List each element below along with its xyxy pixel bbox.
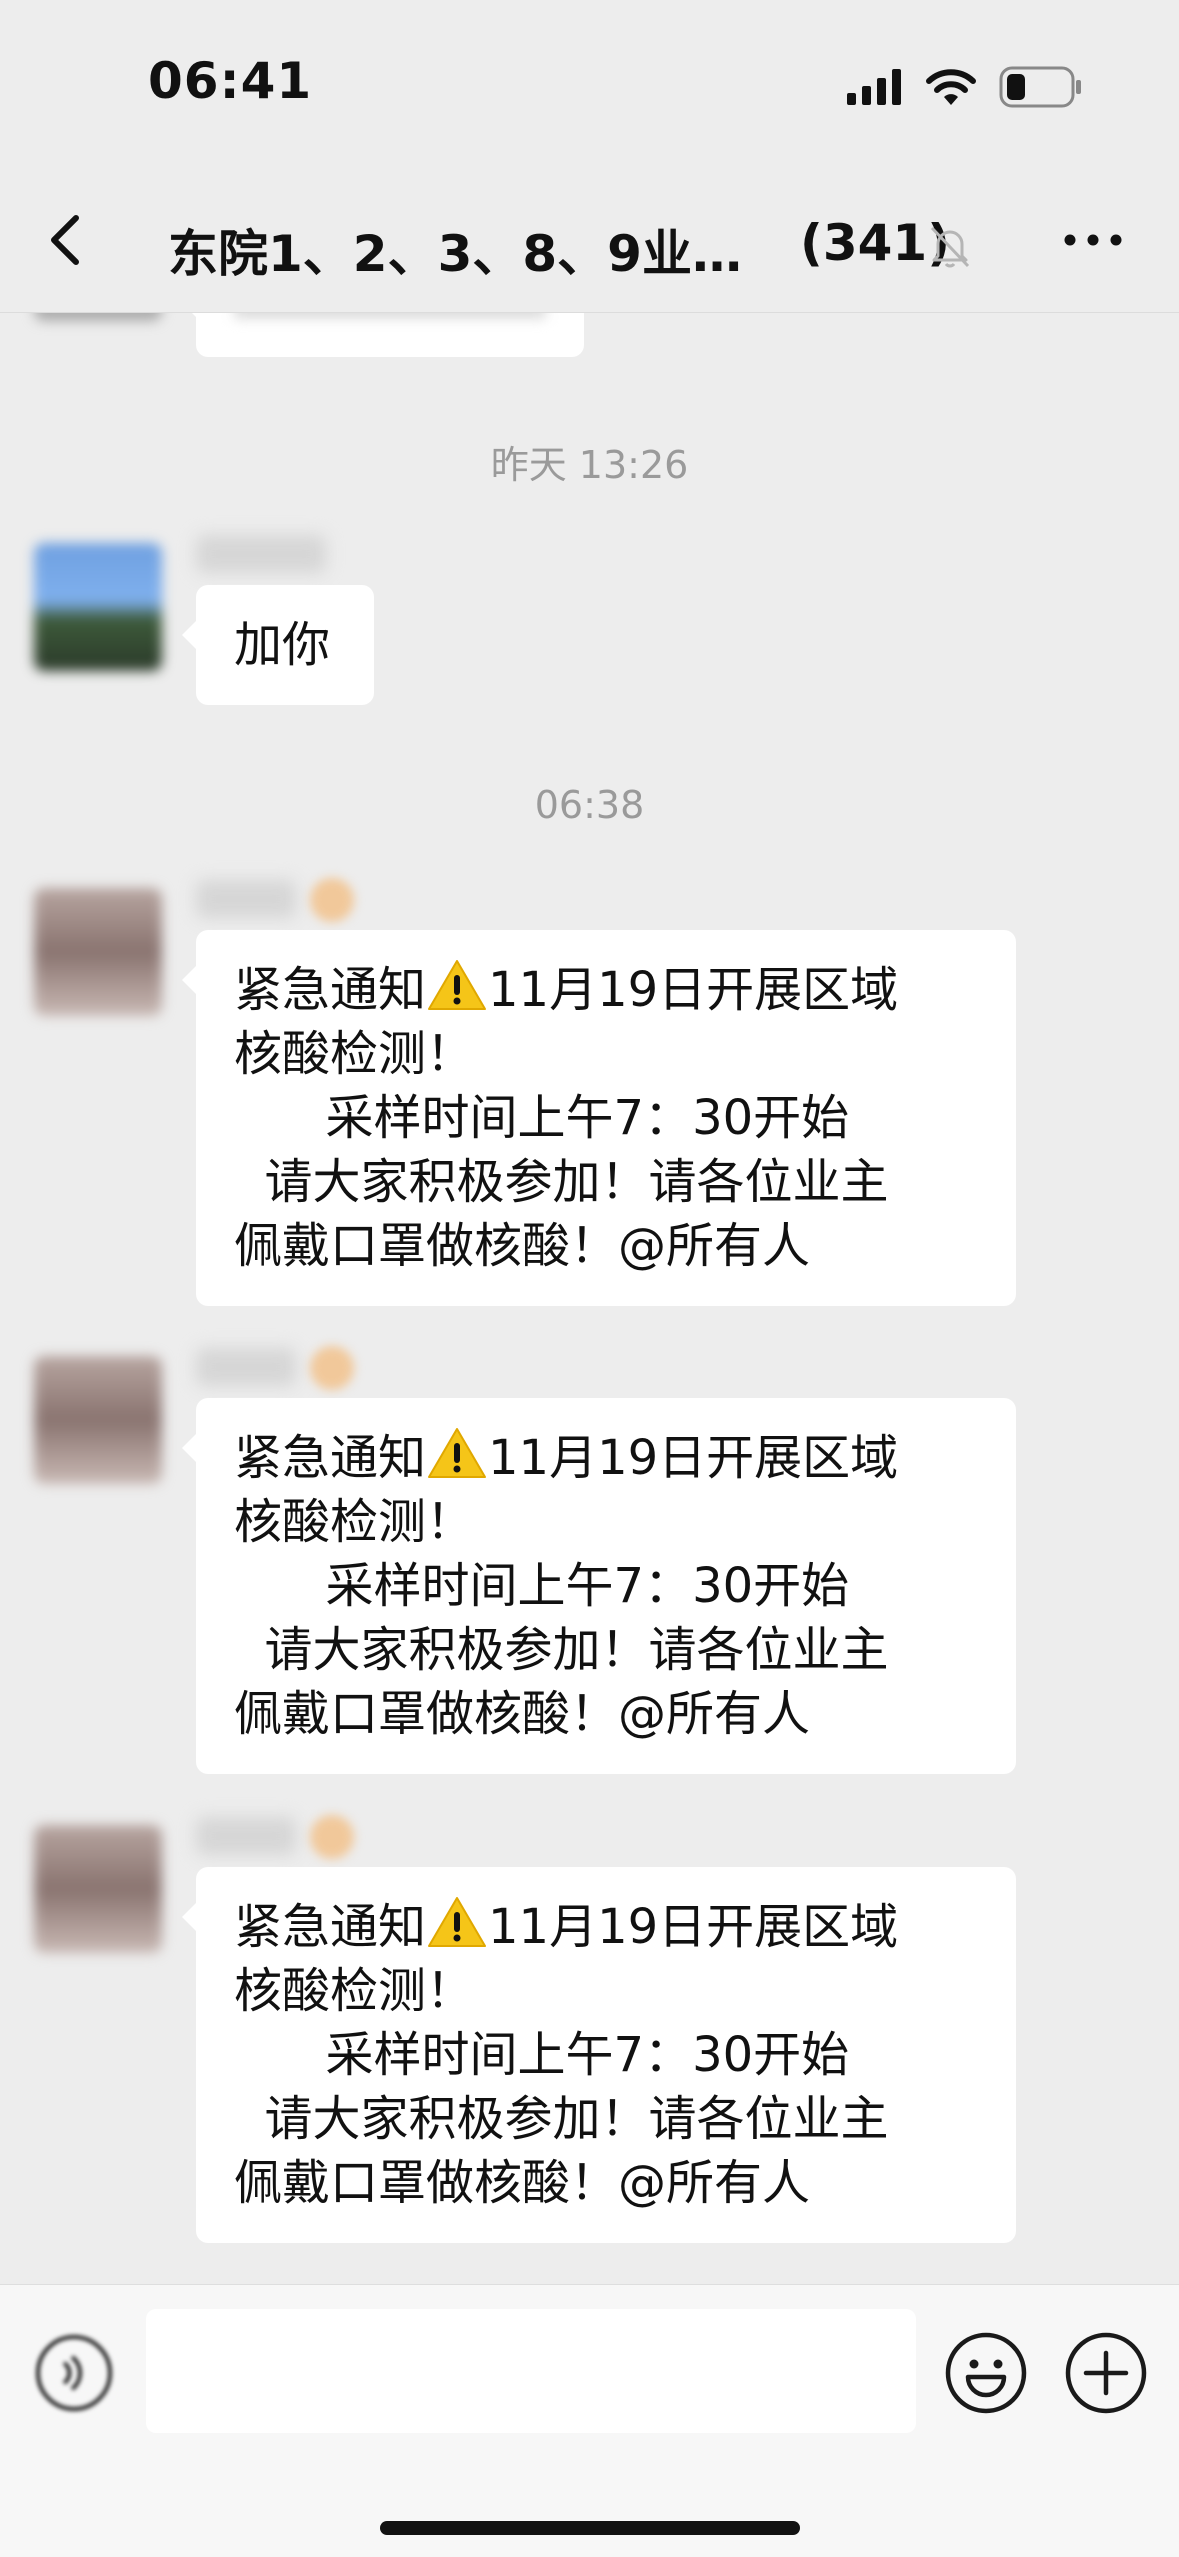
battery-icon (999, 66, 1081, 108)
sender-name (196, 1348, 296, 1386)
message-text: 紧急通知 (234, 1430, 427, 1486)
message-text: 佩戴口罩做核酸！@所有人 (234, 2155, 811, 2211)
chat-area[interactable]: 昨天 13:26 加你 06:38 紧急通知 11月19日开展区域 核酸检测！ 采… (0, 313, 1179, 2284)
message-text: 核酸检测！ (234, 1963, 475, 2019)
timestamp: 06:38 (534, 783, 645, 827)
avatar[interactable] (34, 313, 162, 321)
voice-icon[interactable] (34, 2333, 114, 2413)
timestamp: 昨天 13:26 (490, 443, 689, 487)
message-text: 核酸检测！ (234, 1026, 475, 1082)
message-text: 11月19日开展区域 (488, 962, 899, 1018)
sender-badge (310, 1815, 354, 1859)
avatar[interactable] (34, 543, 162, 671)
sender-badge (310, 878, 354, 922)
message-text: 核酸检测！ (234, 1494, 475, 1550)
message-text: 11月19日开展区域 (488, 1430, 899, 1486)
message-text: 采样时间上午7：30开始 (234, 2027, 850, 2083)
home-indicator[interactable] (380, 2521, 800, 2535)
avatar[interactable] (34, 1356, 162, 1484)
message-text: 加你 (234, 617, 331, 673)
chevron-left-icon[interactable] (38, 210, 98, 270)
message-text: 采样时间上午7：30开始 (234, 1558, 850, 1614)
message-text: 佩戴口罩做核酸！@所有人 (234, 1686, 811, 1742)
more-dots-icon[interactable] (1062, 210, 1124, 270)
status-icons (847, 62, 1083, 112)
message-text: 紧急通知 (234, 962, 427, 1018)
avatar[interactable] (34, 1825, 162, 1953)
message-bubble-partial[interactable] (182, 313, 584, 357)
message-text: 请大家积极参加！请各位业主 (234, 1154, 889, 1210)
sender-name (196, 880, 296, 918)
wifi-icon (926, 69, 976, 105)
chat-title: 东院1、2、3、8、9业… (168, 225, 742, 283)
signal-icon (847, 69, 901, 105)
message-input[interactable] (146, 2309, 916, 2433)
warning-icon (428, 1897, 487, 1947)
sender-name (196, 1817, 296, 1855)
message-text: 紧急通知 (234, 1899, 427, 1955)
warning-icon (428, 1428, 487, 1478)
message-text: 请大家积极参加！请各位业主 (234, 2091, 889, 2147)
message-bubble[interactable]: 紧急通知 11月19日开展区域 核酸检测！ 采样时间上午7：30开始 请大家积极参… (182, 930, 1016, 1306)
warning-icon (428, 960, 487, 1010)
message-bubble[interactable]: 紧急通知 11月19日开展区域 核酸检测！ 采样时间上午7：30开始 请大家积极参… (182, 1867, 1016, 2243)
message-bubble[interactable]: 紧急通知 11月19日开展区域 核酸检测！ 采样时间上午7：30开始 请大家积极参… (182, 1398, 1016, 1774)
status-bar: 06:41 (0, 0, 1179, 170)
sender-badge (310, 1346, 354, 1390)
message-text: 佩戴口罩做核酸！@所有人 (234, 1218, 811, 1274)
plus-icon[interactable] (1064, 2331, 1148, 2415)
avatar[interactable] (34, 888, 162, 1016)
sender-name (196, 535, 326, 573)
status-time: 06:41 (148, 52, 313, 110)
emoji-icon[interactable] (944, 2331, 1028, 2415)
input-bar (0, 2284, 1179, 2557)
message-text: 请大家积极参加！请各位业主 (234, 1622, 889, 1678)
nav-bar: 东院1、2、3、8、9业… (341) (0, 170, 1179, 313)
bell-off-icon (930, 226, 970, 268)
message-text: 采样时间上午7：30开始 (234, 1090, 850, 1146)
message-bubble[interactable]: 加你 (182, 585, 374, 705)
message-text: 11月19日开展区域 (488, 1899, 899, 1955)
